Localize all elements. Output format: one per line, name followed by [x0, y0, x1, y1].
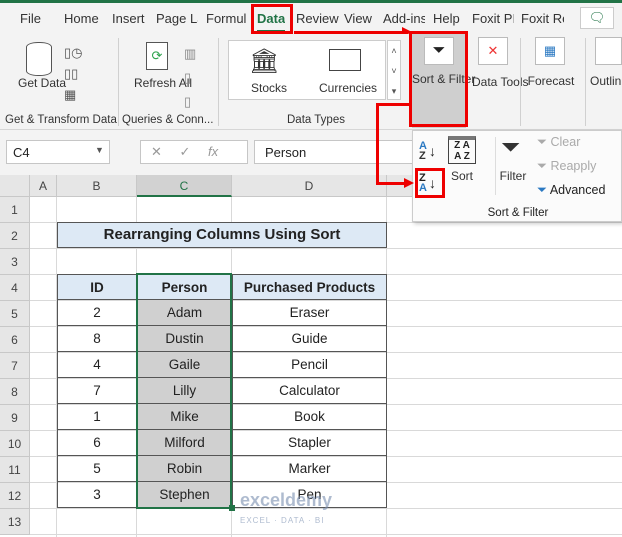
- table-cell[interactable]: Marker: [232, 456, 387, 482]
- row-header[interactable]: 13: [0, 509, 30, 535]
- currencies-button[interactable]: Currencies: [313, 81, 383, 95]
- outline-button[interactable]: Outlin: [590, 74, 622, 88]
- refresh-icon: ⟳: [146, 42, 168, 70]
- table-cell[interactable]: 8: [57, 326, 137, 352]
- row-header[interactable]: 11: [0, 457, 30, 483]
- fx-icon[interactable]: fx: [208, 144, 218, 159]
- tab-insert[interactable]: Insert: [112, 11, 145, 26]
- forecast-button[interactable]: Forecast: [526, 74, 576, 88]
- row-header[interactable]: 7: [0, 353, 30, 379]
- row-header[interactable]: 3: [0, 249, 30, 275]
- gallery-scroll[interactable]: ˄ ˅ ▾: [387, 40, 401, 100]
- table-header-cell[interactable]: ID: [57, 274, 137, 300]
- data-types-gallery: 🏛 Stocks Currencies: [228, 40, 386, 100]
- table-cell[interactable]: 2: [57, 300, 137, 326]
- row-header[interactable]: 2: [0, 223, 30, 249]
- filter-funnel-icon: ⏷: [501, 134, 521, 161]
- table-cell[interactable]: 5: [57, 456, 137, 482]
- comments-icon[interactable]: 🗨: [580, 7, 614, 29]
- tab-formulas[interactable]: Formul: [206, 11, 248, 26]
- column-header-c[interactable]: C: [137, 175, 232, 197]
- bank-icon: 🏛: [249, 48, 280, 75]
- table-cell[interactable]: 1: [57, 404, 137, 430]
- row-header[interactable]: 4: [0, 275, 30, 301]
- table-cell[interactable]: Calculator: [232, 378, 387, 404]
- data-tools-button[interactable]: Data Tools: [472, 74, 528, 90]
- chevron-down-icon[interactable]: ▼: [95, 145, 104, 155]
- sort-filter-panel: AZ ↓ ZA ↓ Z AA Z Sort ⏷ Filter ⏷ Clear ⏷…: [412, 130, 622, 222]
- arrow-line: [376, 182, 406, 185]
- sort-button[interactable]: Sort: [447, 169, 477, 183]
- clear-button[interactable]: ⏷ Clear: [537, 135, 580, 150]
- group-label-sort-filter: Sort & Filter: [487, 207, 549, 219]
- table-cell[interactable]: Pencil: [232, 352, 387, 378]
- table-cell[interactable]: 7: [57, 378, 137, 404]
- highlight-sort-filter: [409, 31, 468, 127]
- fill-handle[interactable]: [229, 505, 235, 511]
- arrow-line: [376, 103, 379, 185]
- column-c-selection: [136, 273, 232, 509]
- data-tools-icon: ✕: [478, 37, 508, 65]
- sheet-title: Rearranging Columns Using Sort: [57, 222, 387, 248]
- highlight-z-to-a: [415, 168, 445, 198]
- advanced-button[interactable]: ⏷ Advanced: [537, 183, 605, 198]
- table-cell[interactable]: 3: [57, 482, 137, 508]
- column-header-a[interactable]: A: [30, 175, 57, 197]
- custom-sort-icon: Z AA Z: [448, 136, 476, 164]
- tab-help[interactable]: Help: [433, 11, 460, 26]
- tab-page-layout[interactable]: Page La: [156, 11, 198, 26]
- row-header[interactable]: 9: [0, 405, 30, 431]
- table-cell[interactable]: Stapler: [232, 430, 387, 456]
- get-data-button[interactable]: Get Data: [18, 76, 66, 91]
- query-source-icons[interactable]: ▯◷ ▯▯ ▦: [64, 42, 83, 105]
- outline-icon: [595, 37, 622, 65]
- stocks-button[interactable]: Stocks: [239, 81, 299, 95]
- forecast-icon: ▦: [535, 37, 565, 65]
- tab-home[interactable]: Home: [64, 11, 99, 26]
- row-header[interactable]: 5: [0, 301, 30, 327]
- filter-button[interactable]: Filter: [497, 169, 529, 183]
- tab-view[interactable]: View: [344, 11, 372, 26]
- column-header-d[interactable]: D: [232, 175, 387, 197]
- refresh-all-button[interactable]: Refresh All: [134, 76, 192, 91]
- table-header-cell[interactable]: Purchased Products: [232, 274, 387, 300]
- table-cell[interactable]: 4: [57, 352, 137, 378]
- watermark: exceldemy EXCEL · DATA · BI: [240, 490, 333, 525]
- group-label-data-types: Data Types: [287, 114, 345, 126]
- select-all-corner[interactable]: [0, 175, 30, 197]
- table-cell[interactable]: 6: [57, 430, 137, 456]
- arrow-head: [404, 178, 414, 188]
- formula-buttons[interactable]: ✕ ✓ fx: [140, 140, 248, 164]
- table-cell[interactable]: Guide: [232, 326, 387, 352]
- highlight-data-tab: [251, 4, 293, 34]
- reapply-button[interactable]: ⏷ Reapply: [537, 159, 596, 174]
- tab-foxit-reader[interactable]: Foxit Re: [521, 11, 564, 26]
- ribbon-tabs: File Home Insert Page La Formul Data Rev…: [0, 3, 622, 34]
- table-cell[interactable]: Book: [232, 404, 387, 430]
- currency-icon: [329, 49, 361, 71]
- tab-review[interactable]: Review: [296, 11, 339, 26]
- tab-add-ins[interactable]: Add-ins: [383, 11, 425, 26]
- tab-file[interactable]: File: [20, 11, 41, 26]
- column-header-b[interactable]: B: [57, 175, 137, 197]
- connections-icons[interactable]: ▥ ▯ ▯: [184, 42, 196, 114]
- row-header[interactable]: 12: [0, 483, 30, 509]
- row-header[interactable]: 8: [0, 379, 30, 405]
- row-header[interactable]: 1: [0, 197, 30, 223]
- table-cell[interactable]: Eraser: [232, 300, 387, 326]
- row-header[interactable]: 10: [0, 431, 30, 457]
- arrow-line: [376, 103, 412, 106]
- sort-a-to-z-button[interactable]: AZ: [419, 141, 427, 162]
- tab-foxit-pdf[interactable]: Foxit PI: [472, 11, 514, 26]
- down-arrow-icon: ↓: [429, 143, 436, 159]
- group-label-get-transform: Get & Transform Data: [5, 114, 117, 126]
- row-header[interactable]: 6: [0, 327, 30, 353]
- database-icon: [26, 42, 52, 76]
- group-label-queries: Queries & Conn...: [122, 114, 214, 126]
- ribbon: Get Data ▯◷ ▯▯ ▦ Get & Transform Data ⟳ Re…: [0, 31, 622, 130]
